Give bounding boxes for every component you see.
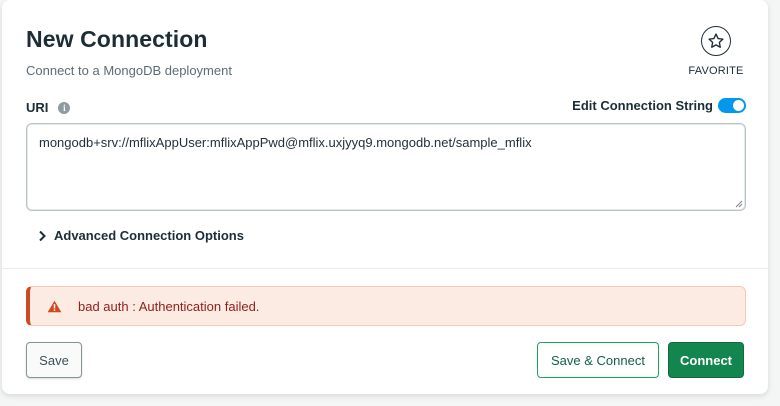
divider — [2, 268, 768, 269]
uri-label: URI — [26, 100, 49, 115]
warning-icon — [47, 300, 62, 313]
edit-connection-string-toggle[interactable] — [718, 98, 746, 113]
page-subtitle: Connect to a MongoDB deployment — [26, 63, 232, 78]
advanced-options-toggle[interactable]: Advanced Connection Options — [36, 228, 244, 243]
save-and-connect-button[interactable]: Save & Connect — [537, 342, 659, 378]
error-message: bad auth : Authentication failed. — [78, 298, 260, 314]
edit-connection-string-group: Edit Connection String — [572, 98, 746, 113]
info-icon[interactable]: i — [58, 101, 71, 114]
chevron-right-icon — [39, 230, 46, 241]
favorite-label: FAVORITE — [688, 65, 744, 77]
new-connection-card: New Connection Connect to a MongoDB depl… — [2, 0, 768, 394]
favorite-button[interactable]: FAVORITE — [682, 26, 750, 82]
star-outline-icon — [701, 26, 731, 56]
advanced-options-label: Advanced Connection Options — [54, 228, 244, 243]
connect-button[interactable]: Connect — [668, 342, 744, 378]
resize-grip-icon[interactable] — [735, 200, 743, 208]
error-banner: bad auth : Authentication failed. — [26, 286, 746, 326]
uri-textarea[interactable]: mongodb+srv://mflixAppUser:mflixAppPwd@m… — [26, 123, 746, 211]
toggle-knob — [733, 100, 744, 111]
uri-label-group: URI i — [26, 100, 71, 115]
save-button[interactable]: Save — [26, 342, 82, 378]
uri-value: mongodb+srv://mflixAppUser:mflixAppPwd@m… — [39, 135, 532, 150]
edit-connection-string-label: Edit Connection String — [572, 98, 713, 113]
page-title: New Connection — [26, 26, 208, 52]
